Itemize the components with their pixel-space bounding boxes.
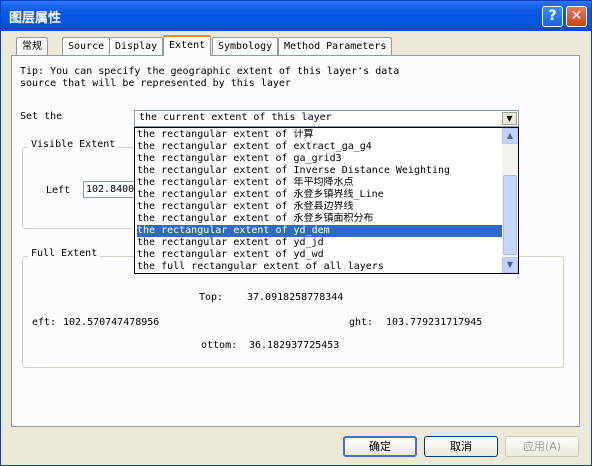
apply-button[interactable]: 应用(A)	[505, 436, 579, 457]
scroll-down-icon[interactable]: ▼	[502, 257, 518, 273]
left-label: Left	[46, 185, 71, 196]
tab-general[interactable]: 常规	[16, 37, 48, 55]
window-title: 图层属性	[9, 11, 62, 26]
tab-method-parameters[interactable]: Method Parameters	[278, 37, 393, 55]
set-the-label: Set the	[20, 111, 63, 122]
left-input[interactable]: 102.8400	[83, 181, 135, 198]
dropdown-option[interactable]: the rectangular extent of yd_jd	[137, 237, 502, 249]
dropdown-option[interactable]: the rectangular extent of 年平均降水点	[137, 177, 502, 189]
extent-select[interactable]: the current extent of this layer ▼	[134, 110, 519, 127]
cancel-button[interactable]: 取消	[424, 436, 498, 457]
full-right-value: 103.779231717945	[386, 317, 483, 328]
full-right-label: ght:	[349, 317, 374, 328]
full-left-value: 102.570747478956	[63, 317, 160, 328]
full-bottom-value: 36.182937725453	[249, 340, 340, 351]
dropdown-option[interactable]: the rectangular extent of 计算	[137, 129, 502, 141]
dropdown-option[interactable]: the rectangular extent of extract_ga_g4	[137, 141, 502, 153]
tab-display[interactable]: Display	[109, 37, 164, 55]
help-button[interactable]: ?	[542, 6, 563, 27]
layer-properties-dialog: 图层属性 ? ✕ 常规 Source Display Extent Symbol…	[0, 0, 592, 466]
dropdown-option[interactable]: the rectangular extent of 永登乡镇界线_Line	[137, 189, 502, 201]
dropdown-option[interactable]: the full rectangular extent of all layer…	[137, 261, 502, 273]
ok-button[interactable]: 确定	[343, 436, 417, 457]
dropdown-option[interactable]: the rectangular extent of 永登乡镇面积分布	[137, 213, 502, 225]
dropdown-option[interactable]: the rectangular extent of 永登县边界线	[137, 201, 502, 213]
dropdown-option[interactable]: the rectangular extent of ga_grid3	[137, 153, 502, 165]
close-button[interactable]: ✕	[566, 6, 587, 27]
dropdown-scrollbar[interactable]: ▲ ▼	[502, 128, 518, 273]
title-bar[interactable]: 图层属性 ? ✕	[1, 1, 591, 31]
dropdown-option[interactable]: the rectangular extent of yd_wd	[137, 249, 502, 261]
extent-select-value: the current extent of this layer	[139, 112, 332, 123]
tip-text: Tip: You can specify the geographic exte…	[20, 66, 400, 89]
scroll-thumb[interactable]	[503, 175, 517, 255]
tab-extent[interactable]: Extent	[163, 35, 212, 56]
left-input-value: 102.8400	[86, 184, 135, 195]
dropdown-option[interactable]: the rectangular extent of Inverse Distan…	[137, 165, 502, 177]
scroll-up-icon[interactable]: ▲	[502, 128, 518, 144]
tab-source[interactable]: Source	[62, 37, 111, 55]
full-left-label: eft:	[32, 317, 57, 328]
extent-dropdown-list[interactable]: the rectangular extent of 计算 the rectang…	[134, 127, 519, 274]
full-top-value: 37.0918258778344	[247, 292, 344, 303]
full-top-label: Top:	[199, 292, 224, 303]
dropdown-option-selected[interactable]: the rectangular extent of yd_dem	[137, 225, 502, 237]
full-extent-label: Full Extent	[28, 248, 101, 259]
tab-symbology[interactable]: Symbology	[212, 37, 279, 55]
visible-extent-label: Visible Extent	[28, 139, 119, 150]
full-bottom-label: ottom:	[201, 340, 238, 351]
chevron-down-icon[interactable]: ▼	[502, 112, 517, 125]
